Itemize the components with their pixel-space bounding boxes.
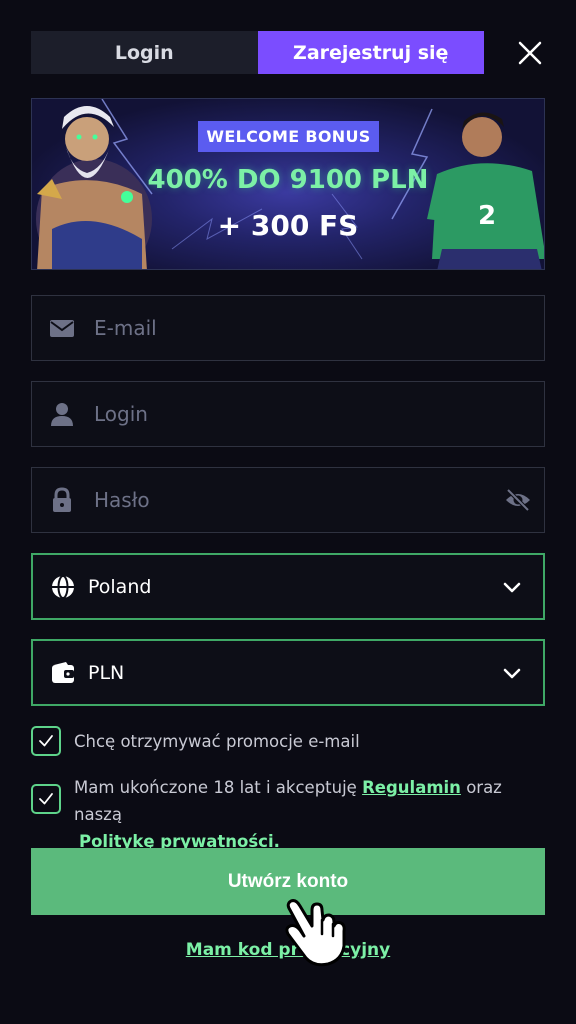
bonus-headline: 400% DO 9100 PLN bbox=[147, 165, 429, 195]
wallet-icon bbox=[52, 661, 74, 683]
promo-consent-label: Chcę otrzymywać promocje e-mail bbox=[74, 732, 360, 751]
terms-text-before: Mam ukończone 18 lat i akceptuję bbox=[74, 778, 357, 797]
password-field bbox=[31, 467, 545, 533]
chevron-down-icon bbox=[503, 582, 521, 592]
login-input[interactable] bbox=[94, 382, 544, 446]
country-value: Poland bbox=[88, 575, 152, 598]
promo-consent-checkbox[interactable] bbox=[31, 726, 61, 756]
bonus-badge: WELCOME BONUS bbox=[198, 121, 379, 152]
checkmark-icon bbox=[39, 735, 53, 747]
svg-text:2: 2 bbox=[478, 201, 496, 231]
auth-tabs: Login Zarejestruj się bbox=[31, 31, 484, 74]
email-input[interactable] bbox=[94, 296, 544, 360]
tab-register[interactable]: Zarejestruj się bbox=[257, 31, 484, 74]
welcome-bonus-banner: 2 WELCOME BONUS 400% DO 9100 PLN + 300 F… bbox=[31, 98, 545, 270]
login-field bbox=[31, 381, 545, 447]
terms-consent-label: Mam ukończone 18 lat i akceptuję Regulam… bbox=[74, 774, 554, 855]
terms-link[interactable]: Regulamin bbox=[362, 778, 461, 797]
globe-icon bbox=[52, 574, 74, 599]
chevron-down-icon bbox=[503, 668, 521, 678]
checkmark-icon bbox=[39, 793, 53, 805]
lock-icon bbox=[53, 487, 71, 512]
hand-pointer-icon bbox=[285, 899, 346, 967]
country-select[interactable]: Poland bbox=[31, 553, 545, 620]
envelope-icon bbox=[50, 320, 74, 337]
user-icon bbox=[51, 403, 73, 426]
close-icon[interactable] bbox=[515, 38, 545, 68]
tab-login[interactable]: Login bbox=[31, 31, 258, 74]
eye-off-icon[interactable] bbox=[504, 486, 532, 514]
password-input[interactable] bbox=[94, 468, 504, 532]
terms-consent-checkbox[interactable] bbox=[31, 784, 61, 814]
email-field bbox=[31, 295, 545, 361]
bonus-subline: + 300 FS bbox=[217, 209, 359, 242]
currency-value: PLN bbox=[88, 661, 125, 684]
currency-select[interactable]: PLN bbox=[31, 639, 545, 706]
